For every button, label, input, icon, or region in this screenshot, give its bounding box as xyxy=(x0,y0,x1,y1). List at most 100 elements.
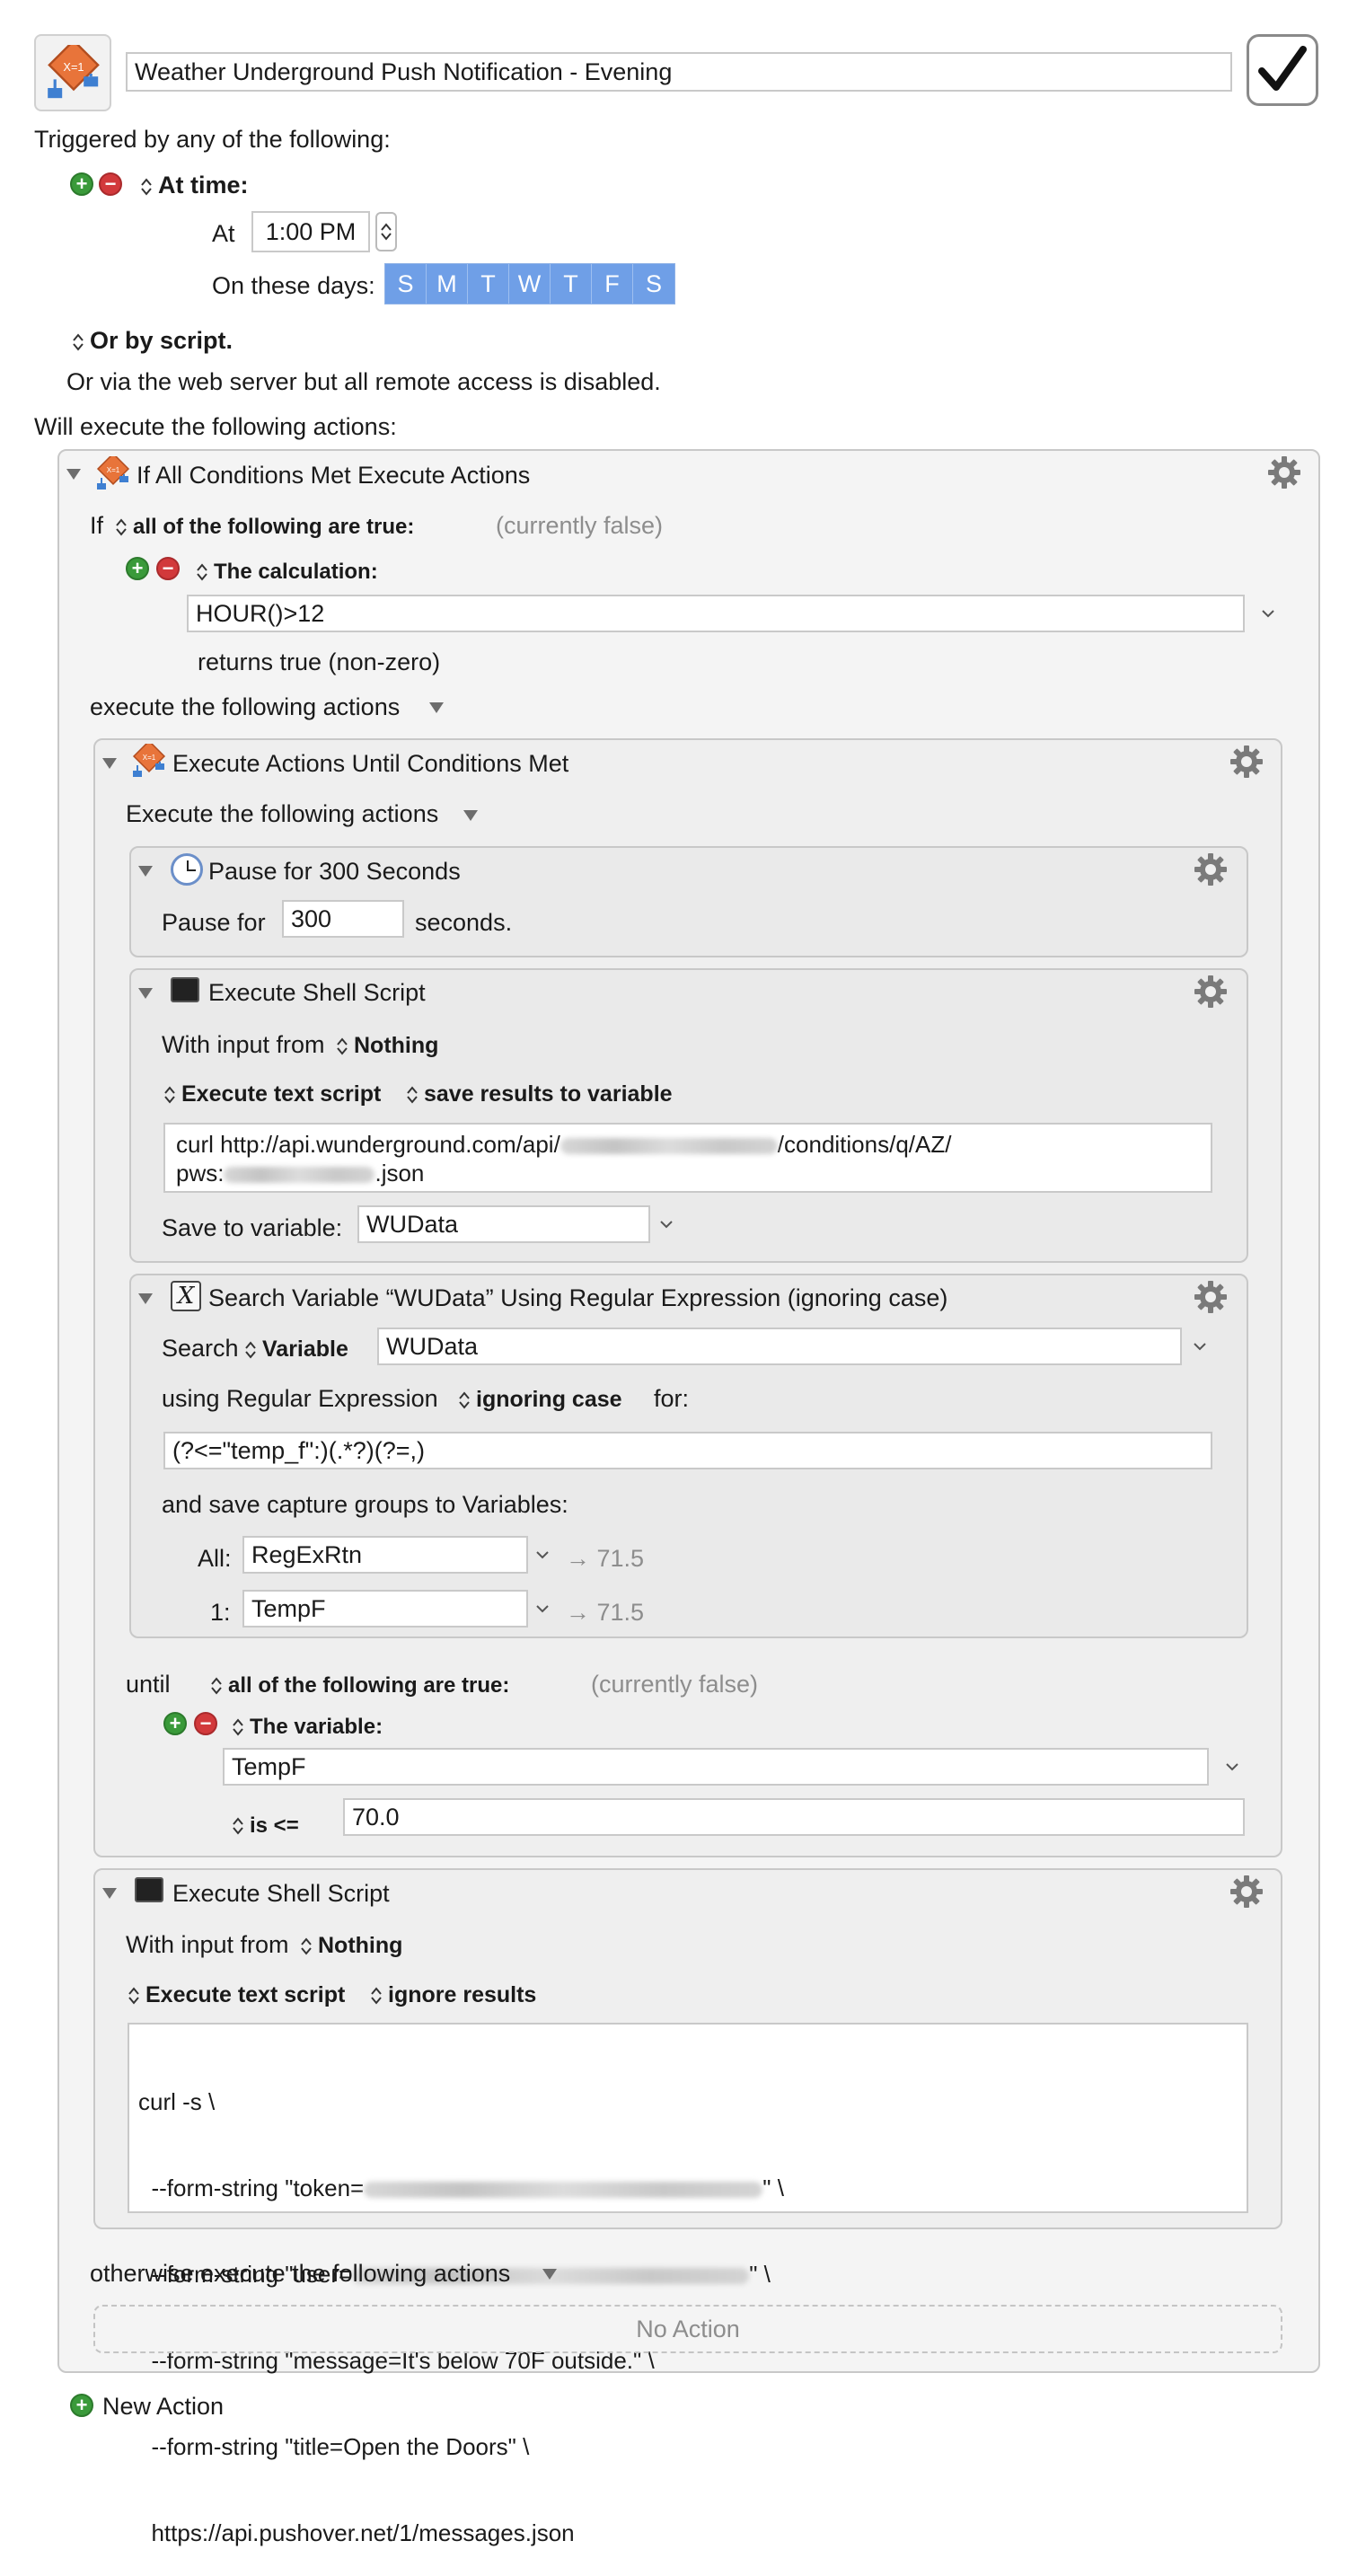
or-by-script-select[interactable]: Or by script. xyxy=(72,327,233,355)
if-action-title: If All Conditions Met Execute Actions xyxy=(137,462,531,489)
chevron-down-icon[interactable] xyxy=(1225,1762,1239,1771)
until-exec-label: Execute the following actions xyxy=(126,800,439,827)
time-stepper[interactable] xyxy=(375,212,397,251)
minus-icon: − xyxy=(104,172,117,195)
operator-select[interactable]: is <= xyxy=(232,1811,299,1839)
calculation-input[interactable]: HOUR()>12 xyxy=(187,595,1245,632)
plus-icon: + xyxy=(75,2394,88,2416)
days-selector: S M T W T F S xyxy=(384,263,675,304)
shell1-script-editor[interactable]: curl http://api.wunderground.com/api/ /co… xyxy=(163,1123,1212,1193)
script-line: --form-string "title=Open the Doors" \ xyxy=(138,2433,530,2460)
stepper-icon xyxy=(458,1390,471,1410)
calc-condition-title: The calculation: xyxy=(214,560,378,584)
trigger-type-select[interactable]: At time: xyxy=(140,172,249,199)
regex-all-result: → 71.5 xyxy=(566,1545,645,1572)
chevron-down-icon[interactable] xyxy=(1261,609,1275,618)
add-trigger-button[interactable]: + xyxy=(70,172,93,196)
checkmark-icon xyxy=(1258,46,1307,91)
new-action-link[interactable]: New Action xyxy=(102,2393,224,2421)
stepper-icon xyxy=(232,1717,244,1737)
day-saturday[interactable]: S xyxy=(633,264,674,304)
until-mode-select[interactable]: all of the following are true: xyxy=(210,1671,509,1698)
gear-icon[interactable] xyxy=(1229,1874,1264,1910)
if-condition-state: (currently false) xyxy=(496,512,664,539)
then-menu-triangle[interactable] xyxy=(429,702,444,713)
chevron-down-icon[interactable] xyxy=(535,1550,550,1559)
regex-all-variable-input[interactable]: RegExRtn xyxy=(242,1536,528,1574)
trigger-type-label: At time: xyxy=(158,172,249,198)
shell1-result-select[interactable]: save results to variable xyxy=(406,1080,673,1107)
terminal-icon xyxy=(171,977,199,1002)
gear-icon[interactable] xyxy=(1193,974,1229,1010)
variable-condition-select[interactable]: The variable: xyxy=(232,1712,383,1740)
stepper-icon xyxy=(244,1340,257,1360)
shell2-script-editor[interactable]: curl -s \ --form-string "token= " \ --for… xyxy=(128,2023,1248,2546)
day-friday[interactable]: F xyxy=(592,264,633,304)
script-line: curl -s \ xyxy=(138,2088,216,2115)
regex-pattern-input[interactable]: (?<="temp_f":)(.*?)(?=,) xyxy=(163,1432,1212,1469)
shell2-result-select[interactable]: ignore results xyxy=(370,1981,536,2008)
shell2-mode: Execute text script xyxy=(145,1982,346,2007)
disclosure-triangle[interactable] xyxy=(138,1293,153,1304)
remove-trigger-button[interactable]: − xyxy=(99,172,122,196)
condition-variable-input[interactable]: TempF xyxy=(223,1748,1209,1786)
disclosure-triangle[interactable] xyxy=(102,1888,117,1899)
add-until-condition-button[interactable]: + xyxy=(163,1712,187,1735)
minus-icon: − xyxy=(162,557,174,579)
compare-value-input[interactable]: 70.0 xyxy=(343,1798,1245,1836)
gear-icon[interactable] xyxy=(1193,851,1229,887)
chevron-down-icon[interactable] xyxy=(1193,1342,1207,1351)
at-label: At xyxy=(212,220,235,247)
stepper-icon xyxy=(115,517,128,537)
shell2-mode-select[interactable]: Execute text script xyxy=(128,1981,345,2008)
day-wednesday[interactable]: W xyxy=(509,264,551,304)
triggers-header: Triggered by any of the following: xyxy=(34,126,391,153)
day-monday[interactable]: M xyxy=(427,264,468,304)
add-condition-button[interactable]: + xyxy=(126,557,149,580)
remove-until-condition-button[interactable]: − xyxy=(194,1712,217,1735)
or-by-script-label: Or by script. xyxy=(90,327,234,354)
variable-condition-title: The variable: xyxy=(250,1715,383,1739)
gear-icon[interactable] xyxy=(1266,454,1302,490)
calc-condition-select[interactable]: The calculation: xyxy=(196,557,378,585)
regex-all-label: All: xyxy=(198,1545,232,1572)
regex-group1-variable-input[interactable]: TempF xyxy=(242,1590,528,1628)
enable-checkbox[interactable] xyxy=(1247,34,1318,106)
regex-source-variable-input[interactable]: WUData xyxy=(377,1328,1182,1365)
shell1-save-variable-input[interactable]: WUData xyxy=(357,1205,650,1243)
gear-icon[interactable] xyxy=(1229,744,1264,780)
day-tuesday[interactable]: T xyxy=(468,264,509,304)
script-text: /conditions/q/AZ/ xyxy=(777,1131,952,1158)
macro-name-input[interactable]: Weather Underground Push Notification - … xyxy=(126,52,1232,92)
script-text: --form-string "token= xyxy=(138,2175,365,2201)
plus-icon: + xyxy=(169,1712,181,1734)
day-sunday[interactable]: S xyxy=(385,264,427,304)
chevron-down-icon[interactable] xyxy=(535,1604,550,1613)
disclosure-triangle[interactable] xyxy=(102,758,117,769)
shell1-mode-select[interactable]: Execute text script xyxy=(163,1080,381,1107)
chevron-down-icon[interactable] xyxy=(659,1220,674,1229)
shell1-title: Execute Shell Script xyxy=(208,979,426,1006)
shell1-mode: Execute text script xyxy=(181,1081,382,1107)
stepper-icon xyxy=(140,177,153,197)
otherwise-menu-triangle[interactable] xyxy=(542,2269,557,2280)
disclosure-triangle[interactable] xyxy=(66,469,81,480)
time-input[interactable]: 1:00 PM xyxy=(251,211,370,252)
stepper-icon xyxy=(300,1936,313,1956)
regex-source-type: Variable xyxy=(262,1337,348,1362)
regex-case-select[interactable]: ignoring case xyxy=(458,1385,622,1413)
exec-menu-triangle[interactable] xyxy=(463,810,478,821)
new-action-button-icon[interactable]: + xyxy=(70,2394,93,2417)
gear-icon[interactable] xyxy=(1193,1279,1229,1315)
remove-condition-button[interactable]: − xyxy=(156,557,180,580)
disclosure-triangle[interactable] xyxy=(138,866,153,877)
disclosure-triangle[interactable] xyxy=(138,988,153,999)
if-condition-mode-select[interactable]: all of the following are true: xyxy=(115,512,414,540)
until-state: (currently false) xyxy=(591,1671,759,1698)
shell2-input-select[interactable]: Nothing xyxy=(300,1931,402,1959)
shell1-input-select[interactable]: Nothing xyxy=(336,1031,438,1059)
day-thursday[interactable]: T xyxy=(551,264,592,304)
script-text: " \ xyxy=(762,2175,784,2201)
pause-seconds-input[interactable]: 300 xyxy=(282,900,404,938)
regex-source-type-select[interactable]: Variable xyxy=(244,1335,348,1363)
